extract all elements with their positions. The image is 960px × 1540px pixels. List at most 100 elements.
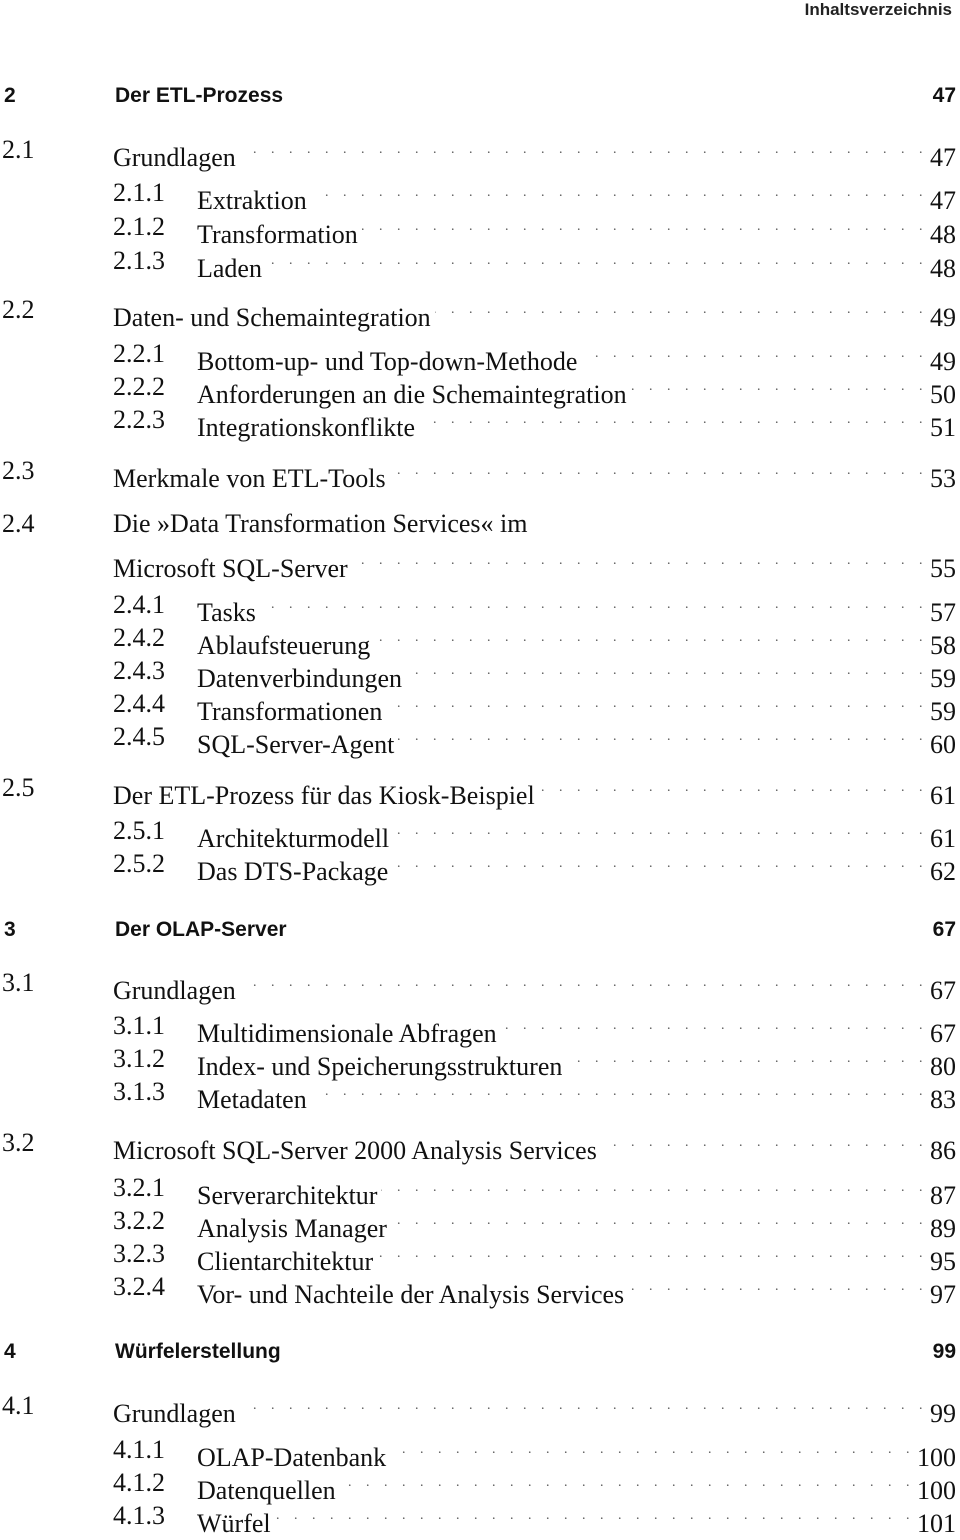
dot-leader bbox=[377, 1238, 928, 1270]
entry-number: 4.1.3 bbox=[113, 1501, 165, 1530]
dot-leader bbox=[581, 338, 928, 370]
toc-entry[interactable]: 3.2 Microsoft SQL-Server 2000 Analysis S… bbox=[0, 1127, 960, 1165]
toc-entry[interactable]: 2.1.1 Extraktion47 bbox=[0, 177, 960, 215]
toc-entry[interactable]: 2.1.2 Transformation48 bbox=[0, 211, 960, 249]
chapter-number: 3 bbox=[4, 918, 16, 941]
entry-number: 2.5.1 bbox=[113, 816, 165, 845]
dot-leader bbox=[390, 455, 928, 487]
chapter-number: 4 bbox=[4, 1340, 16, 1363]
entry-number: 2.4.1 bbox=[113, 590, 165, 619]
toc-entry[interactable]: 3.1 Grundlagen 67 bbox=[0, 967, 960, 1005]
chapter-page: 67 bbox=[932, 918, 956, 941]
entry-title: Merkmale von ETL-Tools bbox=[113, 464, 386, 493]
toc-entry[interactable]: 3.1.2 Index- und Speicherungsstrukturen8… bbox=[0, 1043, 960, 1081]
toc-entry[interactable]: 2.5 Der ETL-Prozess für das Kiosk-Beispi… bbox=[0, 772, 960, 810]
entry-title: Metadaten bbox=[197, 1085, 307, 1114]
entry-title: Microsoft SQL-Server 2000 Analysis Servi… bbox=[113, 1136, 597, 1165]
dot-leader bbox=[266, 245, 928, 277]
entry-page: 55 bbox=[930, 554, 956, 583]
entry-title: Die »Data Transformation Services« im bbox=[113, 509, 528, 538]
entry-number: 2.5.2 bbox=[113, 849, 165, 878]
toc-entry[interactable]: 2.5.2 Das DTS-Package 62 bbox=[0, 848, 960, 886]
entry-number: 4.1 bbox=[2, 1391, 35, 1420]
entry-number: 2.4 bbox=[2, 509, 35, 538]
toc-entry[interactable]: 2.1 Grundlagen 47 bbox=[0, 134, 960, 172]
entry-number: 3.2.1 bbox=[113, 1173, 165, 1202]
entry-number: 3.1 bbox=[2, 968, 35, 997]
toc-entry[interactable]: 2.4.2 Ablaufsteuerung58 bbox=[0, 622, 960, 660]
entry-number: 2.1 bbox=[2, 135, 35, 164]
entry-title: Vor- und Nachteile der Analysis Services bbox=[197, 1280, 625, 1309]
entry-number: 2.2.2 bbox=[113, 372, 165, 401]
chapter-title: Würfelerstellung bbox=[115, 1340, 281, 1363]
entry-page: 48 bbox=[930, 254, 956, 283]
toc-entry[interactable]: 2.2.1 Bottom-up- und Top-down-Methode49 bbox=[0, 338, 960, 376]
toc-entry[interactable]: 2.3 Merkmale von ETL-Tools 53 bbox=[0, 455, 960, 493]
dot-leader bbox=[240, 967, 928, 999]
dot-leader bbox=[381, 1172, 928, 1204]
entry-page: 83 bbox=[930, 1085, 956, 1114]
toc-entry[interactable]: 4.1.1 OLAP-Datenbank100 bbox=[0, 1434, 960, 1472]
entry-title: SQL-Server-Agent bbox=[197, 730, 395, 759]
entry-title: Daten- und Schemaintegration bbox=[113, 303, 431, 332]
chapter-title: Der ETL-Prozess bbox=[115, 84, 284, 107]
toc-entry[interactable]: 2.5.1 Architekturmodell61 bbox=[0, 815, 960, 853]
dot-leader bbox=[628, 1271, 928, 1303]
toc-entry[interactable]: 3.2.3 Clientarchitektur95 bbox=[0, 1238, 960, 1276]
dot-leader bbox=[390, 1434, 915, 1466]
dot-leader bbox=[352, 545, 928, 577]
running-head: Inhaltsverzeichnis bbox=[804, 0, 952, 19]
entry-number: 2.2.3 bbox=[113, 405, 165, 434]
entry-number: 2.2 bbox=[2, 295, 35, 324]
toc-entry[interactable]: 4.1.2 Datenquellen100 bbox=[0, 1467, 960, 1505]
entry-page: 61 bbox=[930, 781, 956, 810]
entry-number: 2.5 bbox=[2, 773, 35, 802]
entry-number: 3.1.3 bbox=[113, 1077, 165, 1106]
toc-entry[interactable]: 3.1.1 Multidimensionale Abfragen67 bbox=[0, 1010, 960, 1048]
entry-number: 4.1.2 bbox=[113, 1468, 165, 1497]
toc-entry[interactable]: 4.1 Grundlagen 99 bbox=[0, 1390, 960, 1428]
toc-entry[interactable]: 3.2.4 Vor- und Nachteile der Analysis Se… bbox=[0, 1271, 960, 1309]
entry-page: 62 bbox=[930, 857, 956, 886]
toc-entry[interactable]: 2.4.3 Datenverbindungen59 bbox=[0, 655, 960, 693]
toc-entry[interactable]: 3.2.1 Serverarchitektur87 bbox=[0, 1172, 960, 1210]
entry-number: 2.1.2 bbox=[113, 212, 165, 241]
dot-leader bbox=[419, 404, 928, 436]
toc-entry[interactable]: 2.4.4 Transformationen59 bbox=[0, 688, 960, 726]
entry-number: 2.4.3 bbox=[113, 656, 165, 685]
dot-leader bbox=[539, 772, 928, 804]
toc-entry[interactable]: 2.2.2 Anforderungen an die Schemaintegra… bbox=[0, 371, 960, 409]
entry-number: 2.3 bbox=[2, 456, 35, 485]
chapter-number: 2 bbox=[4, 84, 16, 107]
entry-page: 67 bbox=[930, 976, 956, 1005]
toc-entry[interactable]: 2.4.5 SQL-Server-Agent 60 bbox=[0, 721, 960, 759]
toc-entry[interactable]: 3.2.2 Analysis Manager89 bbox=[0, 1205, 960, 1243]
entry-page: 101 bbox=[917, 1509, 956, 1538]
entry-page: 49 bbox=[930, 303, 956, 332]
dot-leader bbox=[406, 655, 928, 687]
entry-number: 3.2.2 bbox=[113, 1206, 165, 1235]
dot-leader bbox=[311, 177, 928, 209]
entry-page: 86 bbox=[930, 1136, 956, 1165]
dot-leader bbox=[340, 1467, 915, 1499]
toc-entry[interactable]: 4.1.3 Würfel 101 bbox=[0, 1500, 960, 1538]
entry-number: 3.1.1 bbox=[113, 1011, 165, 1040]
toc-entry-continuation[interactable]: Microsoft SQL-Server 55 bbox=[0, 545, 960, 583]
entry-number: 2.4.2 bbox=[113, 623, 165, 652]
entry-number: 2.4.5 bbox=[113, 722, 165, 751]
entry-title: Integrationskonflikte bbox=[197, 413, 416, 442]
toc-entry[interactable]: 3.1.3 Metadaten 83 bbox=[0, 1076, 960, 1114]
entry-page: 99 bbox=[930, 1399, 956, 1428]
dot-leader bbox=[501, 1010, 928, 1042]
toc-entry[interactable]: 2.4 Die »Data Transformation Services« i… bbox=[0, 508, 960, 540]
toc-entry[interactable]: 2.1.3 Laden 48 bbox=[0, 245, 960, 283]
entry-number: 2.2.1 bbox=[113, 339, 165, 368]
entry-title: Das DTS-Package bbox=[197, 857, 389, 886]
toc-entry[interactable]: 2.2 Daten- und Schemaintegration 49 bbox=[0, 294, 960, 332]
toc-entry[interactable]: 2.2.3 Integrationskonflikte 51 bbox=[0, 404, 960, 442]
entry-number: 3.2.4 bbox=[113, 1272, 165, 1301]
dot-leader bbox=[311, 1076, 928, 1108]
dot-leader bbox=[601, 1127, 928, 1159]
toc-entry[interactable]: 2.4.1 Tasks57 bbox=[0, 589, 960, 627]
dot-leader bbox=[398, 721, 928, 753]
